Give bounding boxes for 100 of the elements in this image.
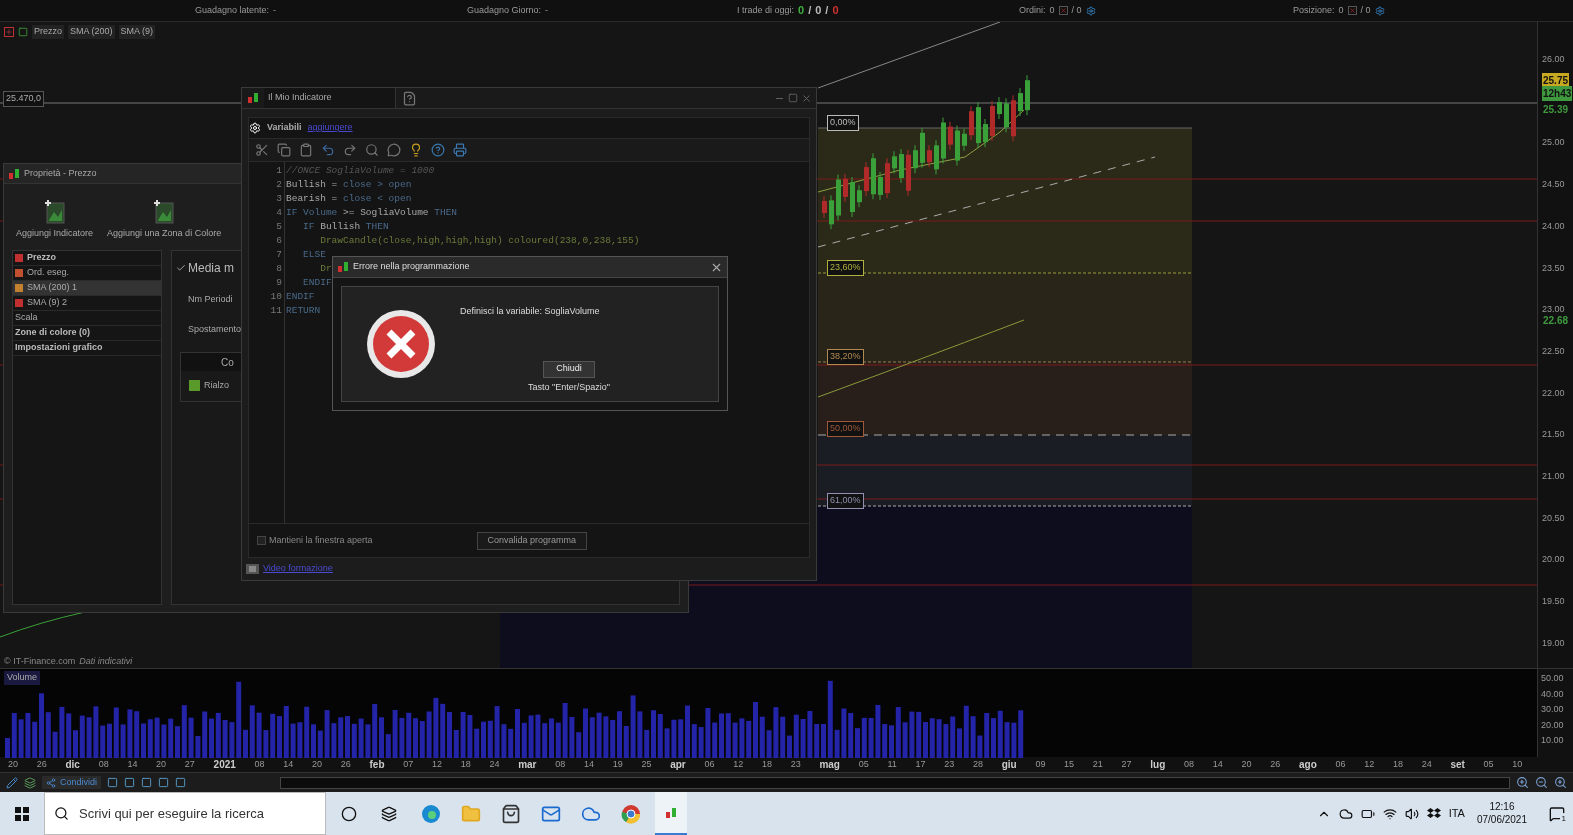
date-label: 12 — [1364, 757, 1375, 771]
axis-label: 19.50 — [1542, 595, 1565, 609]
candlestick — [934, 139, 939, 175]
legend-item[interactable]: SMA (200) — [68, 25, 115, 39]
candlestick — [976, 101, 981, 149]
speech-bubble-icon[interactable] — [387, 143, 401, 157]
redo-icon[interactable] — [343, 143, 357, 157]
speaker-icon[interactable] — [1404, 806, 1419, 821]
date-label: 18 — [460, 757, 471, 771]
zoom-in-icon[interactable] — [1516, 776, 1529, 789]
date-label: 20 — [1241, 757, 1252, 771]
close-icon[interactable] — [801, 92, 812, 104]
legend-item[interactable]: Prezzo — [32, 25, 64, 39]
taskbar-app[interactable] — [655, 792, 687, 835]
date-label: 11 — [887, 757, 897, 771]
candlestick — [927, 144, 932, 168]
checkbox[interactable] — [257, 536, 266, 545]
store-icon[interactable] — [501, 803, 521, 824]
toolbar-icon[interactable] — [175, 777, 187, 788]
pencil-icon[interactable] — [6, 776, 18, 789]
toolbar-icon[interactable] — [141, 777, 153, 788]
candlestick-icon — [337, 261, 349, 273]
section-label: Variabili — [267, 121, 302, 135]
checkbox[interactable] — [176, 263, 186, 273]
browser-icon[interactable] — [421, 803, 441, 824]
maximize-icon[interactable] — [788, 92, 798, 103]
cut-icon[interactable] — [255, 143, 269, 157]
price-tag: 25.39 — [1542, 102, 1570, 117]
zoom-in-icon[interactable] — [1554, 776, 1567, 789]
search-icon[interactable] — [365, 143, 379, 157]
date-label: mag — [819, 758, 840, 772]
validate-button[interactable]: Convalida programma — [476, 531, 588, 550]
tree-item[interactable]: Zone di colore (0) — [13, 326, 161, 341]
help-icon[interactable] — [431, 143, 445, 157]
date-label: 28 — [972, 757, 983, 771]
code-line: IF Bullish THEN — [302, 220, 389, 234]
clock-time[interactable]: 12:16 — [1489, 801, 1515, 814]
close-icon[interactable] — [1058, 6, 1068, 15]
toolbar-icon[interactable] — [124, 777, 136, 788]
date-label: 05 — [1483, 757, 1494, 771]
dropbox-icon[interactable] — [1426, 807, 1441, 820]
window-icon[interactable] — [18, 26, 28, 37]
code-line: DrawCandle(close,high,high,high) coloured(238,0,238,155) — [319, 234, 640, 248]
tree-item[interactable]: Scala — [13, 311, 161, 326]
chrome-icon[interactable] — [621, 803, 641, 824]
color-swatch[interactable] — [189, 380, 200, 392]
close-button[interactable]: Chiudi — [543, 360, 595, 378]
fibonacci-label: 38,20% — [827, 349, 864, 365]
tree-item[interactable]: Prezzo — [13, 251, 161, 266]
task-view-icon[interactable] — [381, 805, 397, 822]
date-label: set — [1450, 758, 1465, 772]
tree-item[interactable]: Impostazioni grafico — [13, 341, 161, 356]
code-line: ELSE — [302, 248, 326, 262]
cloud-icon[interactable] — [1338, 806, 1353, 821]
axis-label: 20.50 — [1542, 511, 1565, 525]
fibonacci-label: 50,00% — [827, 421, 864, 437]
date-label: 07 — [403, 757, 414, 771]
add-button[interactable]: Aggiungi Indicatore — [16, 199, 94, 240]
toolbar-icon[interactable] — [107, 777, 119, 788]
add-button[interactable]: Aggiungi una Zona di Colore — [107, 199, 222, 240]
language-indicator[interactable]: ITA — [1448, 805, 1465, 822]
date-label: ago — [1298, 758, 1317, 772]
close-icon[interactable] — [1347, 6, 1357, 15]
help-document-icon[interactable] — [402, 90, 417, 106]
axis-label: 24.00 — [1542, 219, 1565, 233]
date-label: 14 — [127, 757, 138, 771]
date-label: 23 — [944, 757, 955, 771]
status-label: Guadagno Giorno: — [467, 3, 542, 17]
axis-label: 21.00 — [1542, 470, 1565, 483]
windows-logo-icon[interactable] — [15, 806, 29, 821]
share-button[interactable]: Condividi — [42, 775, 102, 790]
legend-item[interactable]: SMA (9) — [118, 25, 156, 39]
layers-icon[interactable] — [24, 776, 36, 789]
circle-icon[interactable] — [341, 805, 357, 822]
scrollbar[interactable] — [280, 776, 1510, 789]
date-label: lug — [1150, 758, 1166, 772]
date-label: 27 — [1121, 757, 1132, 771]
undo-icon[interactable] — [321, 143, 335, 157]
candlestick-icon — [665, 806, 677, 819]
lightbulb-icon[interactable] — [409, 143, 423, 157]
price-tag: 12h43 — [1542, 86, 1573, 101]
date-label: 21 — [1092, 757, 1103, 771]
add-icon[interactable] — [4, 26, 14, 37]
volume-legend[interactable]: Volume — [4, 671, 41, 685]
copy-icon[interactable] — [277, 143, 291, 157]
clock-date[interactable]: 07/06/2021 — [1476, 813, 1527, 826]
print-icon[interactable] — [453, 143, 467, 157]
wifi-icon[interactable] — [1382, 806, 1397, 821]
tree-item[interactable]: SMA (9) 2 — [13, 296, 161, 311]
toolbar-icon[interactable] — [158, 777, 170, 788]
zoom-out-icon[interactable] — [1535, 776, 1548, 789]
tree-item[interactable]: SMA (200) 1 — [13, 281, 161, 296]
paste-icon[interactable] — [299, 143, 313, 157]
field-label: Nm Periodi — [188, 293, 233, 306]
date-label: 26 — [340, 757, 351, 771]
candlestick — [1004, 97, 1009, 133]
search-field[interactable]: Scrivi qui per eseguire la ricerca — [44, 792, 326, 835]
candlestick — [885, 157, 890, 199]
candlestick — [892, 150, 897, 174]
fibonacci-label: 61,00% — [827, 493, 864, 509]
